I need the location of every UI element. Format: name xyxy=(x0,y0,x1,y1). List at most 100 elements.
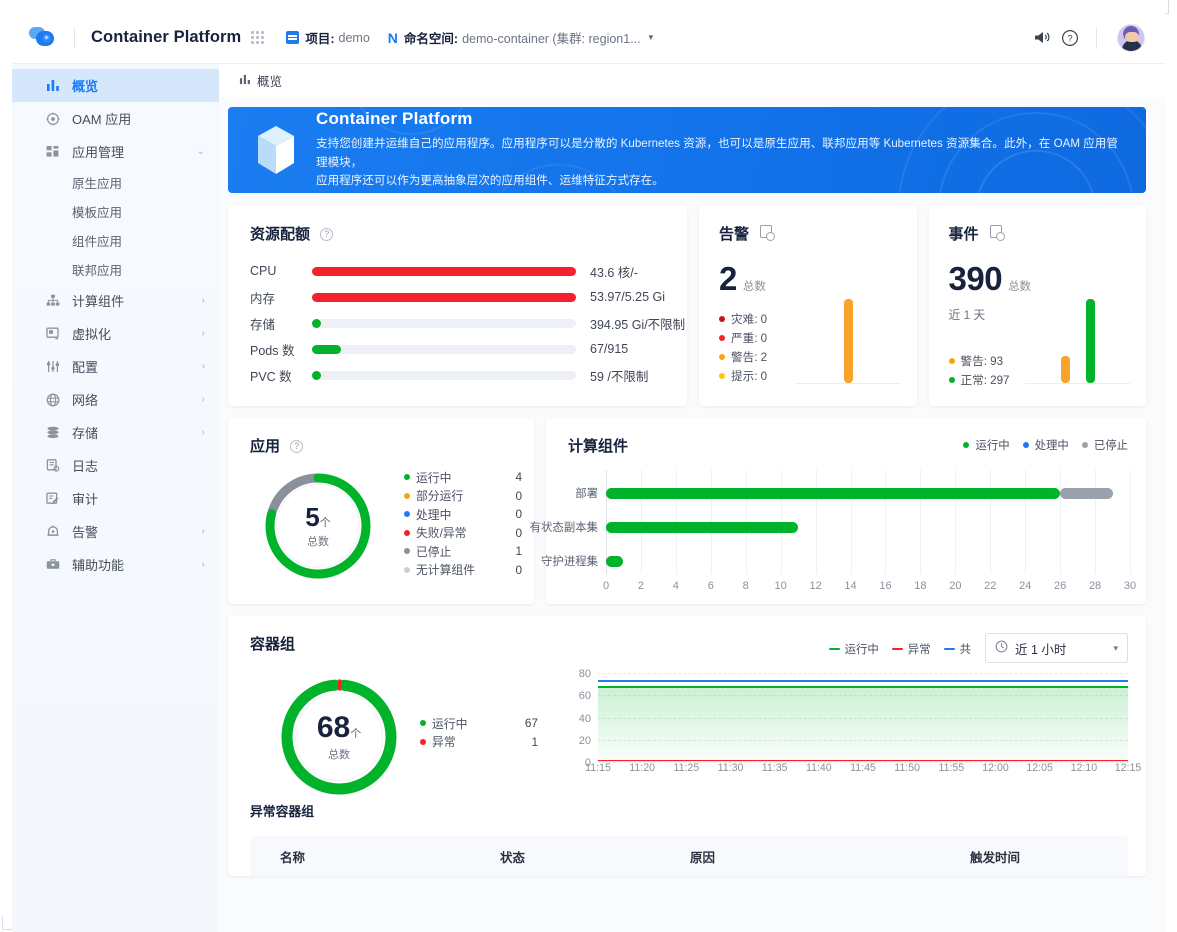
brand-logo-icon[interactable]: ✳ xyxy=(28,25,58,51)
clock-icon xyxy=(995,640,1008,656)
legend-line xyxy=(829,648,840,650)
legend-label: 运行中 xyxy=(416,469,451,486)
app-root: ✳ Container Platform 项目: demo N 命名空间: de… xyxy=(0,0,1177,932)
sidebar-item-logs[interactable]: 日志 xyxy=(12,449,219,482)
namespace-selector[interactable]: N 命名空间: demo-container (集群: region1... ▾ xyxy=(388,28,653,47)
report-search-icon[interactable] xyxy=(990,225,1002,238)
sidebar-subitem-federated-app[interactable]: 联邦应用 xyxy=(12,255,219,284)
x-tick-label: 26 xyxy=(1054,580,1066,592)
help-circle-icon[interactable]: ? xyxy=(290,440,303,453)
quota-row: 内存53.97/5.25 Gi xyxy=(250,284,667,310)
help-circle-icon[interactable]: ? xyxy=(320,228,333,241)
legend-item: 处理中 xyxy=(1023,437,1069,453)
legend-label: 运行中 xyxy=(845,641,879,657)
card-title: 资源配额 ? xyxy=(250,223,667,244)
megaphone-icon[interactable] xyxy=(1028,24,1056,52)
pods-card: 容器组 68个 总数 运行中67异常1 运行中异常共 xyxy=(228,616,1146,876)
legend-label: 处理中 xyxy=(416,506,451,523)
sidebar-item-overview[interactable]: 概览 xyxy=(12,69,219,102)
report-search-icon[interactable] xyxy=(760,225,772,238)
bar-row: 有状态副本集 xyxy=(606,522,1130,533)
mini-bar xyxy=(1086,299,1095,383)
time-range-select[interactable]: 近 1 小时 ▾ xyxy=(985,633,1128,663)
sidebar-subitem-label: 模板应用 xyxy=(72,202,122,221)
legend-label: 正常: 297 xyxy=(961,372,1010,388)
legend-dot xyxy=(404,567,410,573)
legend-label: 灾难: 0 xyxy=(731,311,767,327)
sidebar-subitem-native-app[interactable]: 原生应用 xyxy=(12,168,219,197)
x-tick-label: 18 xyxy=(914,580,926,592)
abnormal-table-title: 异常容器组 xyxy=(250,801,314,820)
x-tick-label: 12 xyxy=(809,580,821,592)
apps-total-value: 5 xyxy=(305,502,319,532)
quota-label: Pods 数 xyxy=(250,340,312,359)
legend-item: 运行中67 xyxy=(420,714,538,733)
apps-donut-chart: 5个 总数 xyxy=(262,470,374,582)
sidebar-item-app-management[interactable]: 应用管理 ⌄ xyxy=(12,135,219,168)
sidebar-subitem-label: 原生应用 xyxy=(72,173,122,192)
quota-progress-bar xyxy=(312,293,576,302)
mini-bar xyxy=(844,299,853,383)
quota-row: 存储394.95 Gi/不限制 xyxy=(250,310,667,336)
sidebar-item-label: 辅助功能 xyxy=(72,555,124,574)
resource-quota-card: 资源配额 ? CPU43.6 核/-内存53.97/5.25 Gi存储394.9… xyxy=(228,205,687,406)
sidebar-item-oam[interactable]: OAM 应用 xyxy=(12,102,219,135)
sidebar-item-alerts[interactable]: 告警 › xyxy=(12,515,219,548)
sidebar-item-config[interactable]: 配置 › xyxy=(12,350,219,383)
legend-label: 警告: 2 xyxy=(731,349,767,365)
namespace-label: 命名空间: xyxy=(404,28,458,47)
sidebar-item-label: OAM 应用 xyxy=(72,109,131,128)
legend-label: 警告: 93 xyxy=(961,353,1004,369)
sidebar-item-network[interactable]: 网络 › xyxy=(12,383,219,416)
legend-label: 已停止 xyxy=(1094,437,1128,453)
help-circle-icon[interactable]: ? xyxy=(1056,24,1084,52)
sidebar-item-storage[interactable]: 存储 › xyxy=(12,416,219,449)
legend-line xyxy=(944,648,955,650)
project-selector[interactable]: 项目: demo xyxy=(286,28,369,47)
legend-label: 异常 xyxy=(432,733,456,750)
chevron-down-icon: ▾ xyxy=(1113,643,1118,654)
chevron-right-icon: › xyxy=(202,295,205,306)
sidebar-item-utilities[interactable]: 辅助功能 › xyxy=(12,548,219,581)
monitor-icon xyxy=(44,327,62,340)
legend-label: 已停止 xyxy=(416,543,451,560)
sidebar-subitem-component-app[interactable]: 组件应用 xyxy=(12,226,219,255)
apps-total-label: 总数 xyxy=(307,533,329,549)
apps-total-unit: 个 xyxy=(320,517,331,529)
compute-components-card: 计算组件 运行中处理中已停止 部署有状态副本集守护进程集 02468101214… xyxy=(546,418,1146,604)
pods-donut-center: 68个 总数 xyxy=(295,693,383,781)
x-tick-label: 6 xyxy=(708,580,714,592)
x-axis xyxy=(598,761,1128,762)
quota-progress-bar xyxy=(312,371,576,380)
apps-legend: 运行中4部分运行0处理中0失败/异常0已停止1无计算组件0 xyxy=(404,468,522,579)
project-icon xyxy=(286,31,299,44)
audit-icon xyxy=(44,492,62,505)
pods-total-value: 68 xyxy=(317,711,350,744)
alerts-card: 告警 2总数 灾难: 0严重: 0警告: 2提示: 0 xyxy=(699,205,917,406)
sidebar-subitem-template-app[interactable]: 模板应用 xyxy=(12,197,219,226)
sidebar-item-compute[interactable]: 计算组件 › xyxy=(12,284,219,317)
sidebar-item-audit[interactable]: 审计 xyxy=(12,482,219,515)
user-avatar[interactable] xyxy=(1117,24,1145,52)
pods-legend: 运行中67异常1 xyxy=(420,714,538,751)
abnormal-table-header: 名称状态原因触发时间 xyxy=(250,836,1128,876)
legend-value: 1 xyxy=(515,544,522,558)
chart-bar-icon xyxy=(239,74,251,88)
apps-total: 5个 xyxy=(305,504,330,530)
app-title: Container Platform xyxy=(91,28,241,47)
legend-label: 共 xyxy=(960,641,971,657)
apps-grid-icon[interactable] xyxy=(251,31,264,44)
legend-dot xyxy=(963,442,969,448)
project-label: 项目: xyxy=(305,28,334,47)
legend-label: 提示: 0 xyxy=(731,368,767,384)
sidebar-item-virtualization[interactable]: 虚拟化 › xyxy=(12,317,219,350)
sidebar-item-label: 应用管理 xyxy=(72,142,124,161)
legend-dot xyxy=(404,530,410,536)
events-card: 事件 390总数 近 1 天 警告: 93正常: 297 xyxy=(929,205,1147,406)
legend-dot xyxy=(1023,442,1029,448)
sidebar-item-label: 存储 xyxy=(72,423,98,442)
mini-bar xyxy=(1061,356,1070,383)
legend-label: 异常 xyxy=(908,641,931,657)
legend-item: 运行中4 xyxy=(404,468,522,487)
sidebar-subitem-label: 组件应用 xyxy=(72,231,122,250)
